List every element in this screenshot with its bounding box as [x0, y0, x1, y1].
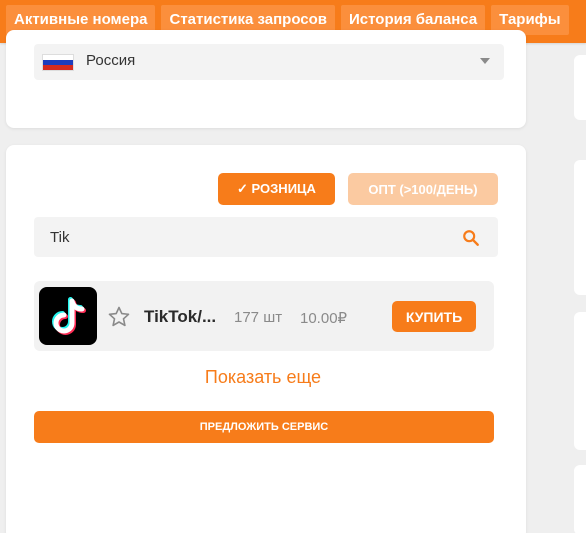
retail-mode-button[interactable]: ✓ РОЗНИЦА	[218, 173, 335, 205]
search-input[interactable]	[34, 217, 454, 257]
country-name: Россия	[86, 52, 136, 69]
services-card: ✓ РОЗНИЦА ОПТ (>100/ДЕНЬ) Tik TikTok/...…	[6, 145, 526, 533]
service-quantity: 177 шт	[234, 309, 283, 326]
service-row: TikTok/... 177 шт 10.00₽ КУПИТЬ	[34, 281, 494, 351]
chevron-down-icon	[480, 58, 490, 64]
side-card	[574, 160, 586, 295]
service-name: TikTok/...	[144, 307, 217, 326]
country-select[interactable]: Россия	[34, 44, 504, 80]
country-card: Россия	[6, 30, 526, 128]
side-card	[574, 312, 586, 450]
service-price: 10.00₽	[300, 310, 348, 327]
wholesale-mode-button[interactable]: ОПТ (>100/ДЕНЬ)	[348, 173, 498, 205]
side-card	[574, 55, 586, 120]
star-icon[interactable]	[107, 305, 131, 329]
search-icon[interactable]	[462, 229, 480, 247]
side-card	[574, 465, 586, 533]
show-more-link[interactable]: Показать еще	[6, 367, 520, 388]
buy-button[interactable]: КУПИТЬ	[392, 301, 476, 332]
search-box	[34, 217, 498, 257]
russia-flag-icon	[42, 54, 74, 71]
tiktok-logo-icon	[39, 287, 97, 345]
suggest-service-button[interactable]: ПРЕДЛОЖИТЬ СЕРВИС	[34, 411, 494, 443]
